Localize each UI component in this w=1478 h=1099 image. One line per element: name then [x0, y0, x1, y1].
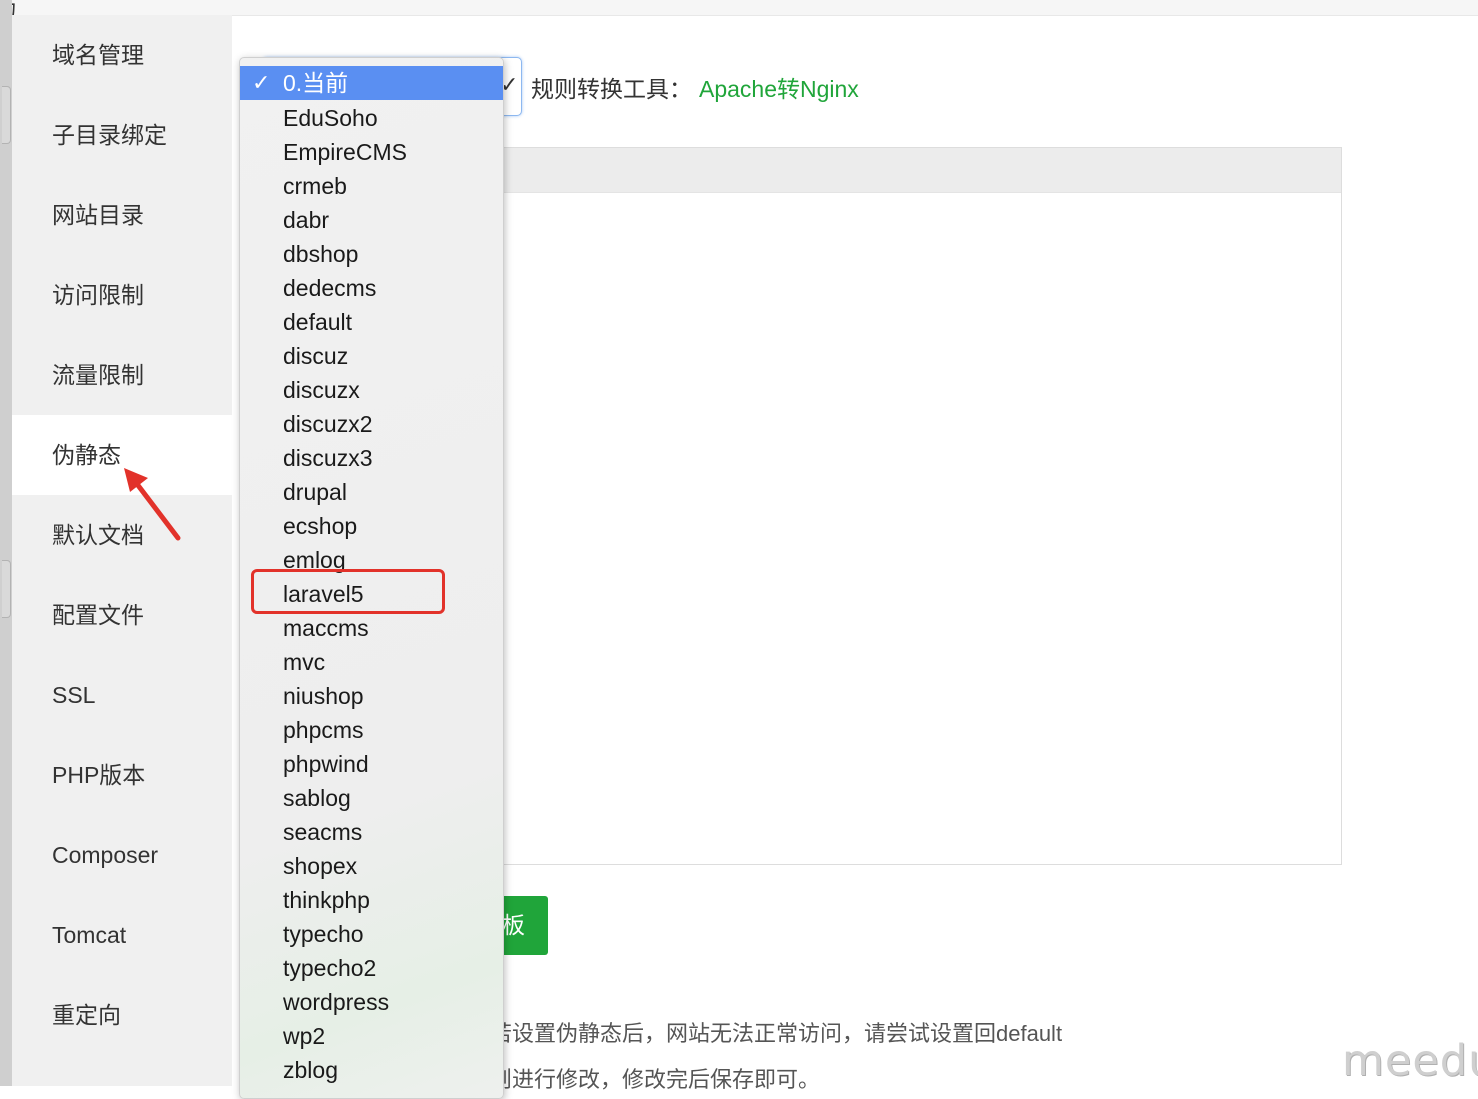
- annotation-arrow-icon: [124, 468, 181, 541]
- dropdown-option[interactable]: phpwind: [240, 747, 503, 781]
- dropdown-option[interactable]: wordpress: [240, 985, 503, 1019]
- dropdown-option[interactable]: drupal: [240, 475, 503, 509]
- sidebar-item-composer[interactable]: Composer: [12, 815, 232, 895]
- sidebar-item-subdirectory-binding[interactable]: 子目录绑定: [12, 95, 232, 175]
- sidebar-item-site-directory[interactable]: 网站目录: [12, 175, 232, 255]
- dropdown-option[interactable]: sablog: [240, 781, 503, 815]
- sidebar-item-php-version[interactable]: PHP版本: [12, 735, 232, 815]
- dropdown-option[interactable]: dbshop: [240, 237, 503, 271]
- dropdown-option[interactable]: phpcms: [240, 713, 503, 747]
- site-settings-sidebar: 域名管理 子目录绑定 网站目录 访问限制 流量限制 伪静态 默认文档 配置文件 …: [12, 15, 232, 1086]
- dropdown-option[interactable]: discuz: [240, 339, 503, 373]
- dropdown-option[interactable]: seacms: [240, 815, 503, 849]
- dropdown-option-current[interactable]: ✓ 0.当前: [240, 66, 503, 100]
- sidebar-item-traffic-limit[interactable]: 流量限制: [12, 335, 232, 415]
- dropdown-option[interactable]: dedecms: [240, 271, 503, 305]
- dropdown-option[interactable]: maccms: [240, 611, 503, 645]
- dropdown-option[interactable]: ecshop: [240, 509, 503, 543]
- help-tip-2: 则进行修改，修改完后保存即可。: [490, 1067, 821, 1092]
- dropdown-option[interactable]: mvc: [240, 645, 503, 679]
- left-strip-handle: [2, 560, 11, 618]
- dropdown-option[interactable]: crmeb: [240, 169, 503, 203]
- dropdown-option[interactable]: discuzx: [240, 373, 503, 407]
- left-strip-handle: [2, 86, 11, 144]
- sidebar-item-access-limit[interactable]: 访问限制: [12, 255, 232, 335]
- dropdown-option[interactable]: discuzx3: [240, 441, 503, 475]
- dropdown-option[interactable]: typecho: [240, 917, 503, 951]
- help-tip-1: 若设置伪静态后，网站无法正常访问，请尝试设置回default: [490, 1021, 1063, 1046]
- dropdown-option[interactable]: niushop: [240, 679, 503, 713]
- rule-converter-label: 规则转换工具：: [531, 76, 692, 102]
- dropdown-option[interactable]: wp2: [240, 1019, 503, 1053]
- sidebar-item-domain[interactable]: 域名管理: [12, 15, 232, 95]
- selected-check-icon: ✓: [252, 70, 271, 95]
- editor-gutter-header: [501, 148, 1341, 193]
- dropdown-option[interactable]: default: [240, 305, 503, 339]
- sidebar-item-redirect[interactable]: 重定向: [12, 975, 232, 1055]
- sidebar-item-config-file[interactable]: 配置文件: [12, 575, 232, 655]
- window-top-strip: 功: [0, 0, 1478, 22]
- left-overlay-strip: [0, 0, 12, 1086]
- sidebar-item-ssl[interactable]: SSL: [12, 655, 232, 735]
- dropdown-option[interactable]: typecho2: [240, 951, 503, 985]
- dropdown-option[interactable]: dabr: [240, 203, 503, 237]
- dropdown-option[interactable]: discuzx2: [240, 407, 503, 441]
- dropdown-option[interactable]: zblog: [240, 1053, 503, 1087]
- rewrite-rule-editor[interactable]: [500, 147, 1342, 865]
- option-label: 0.当前: [283, 70, 349, 96]
- dropdown-option[interactable]: thinkphp: [240, 883, 503, 917]
- dropdown-option[interactable]: EduSoho: [240, 101, 503, 135]
- apache-to-nginx-link[interactable]: Apache转Nginx: [699, 70, 859, 104]
- annotation-highlight-box: [251, 569, 445, 614]
- dropdown-option[interactable]: shopex: [240, 849, 503, 883]
- watermark-text: meedu: [1342, 1036, 1478, 1086]
- sidebar-item-tomcat[interactable]: Tomcat: [12, 895, 232, 975]
- dropdown-option[interactable]: EmpireCMS: [240, 135, 503, 169]
